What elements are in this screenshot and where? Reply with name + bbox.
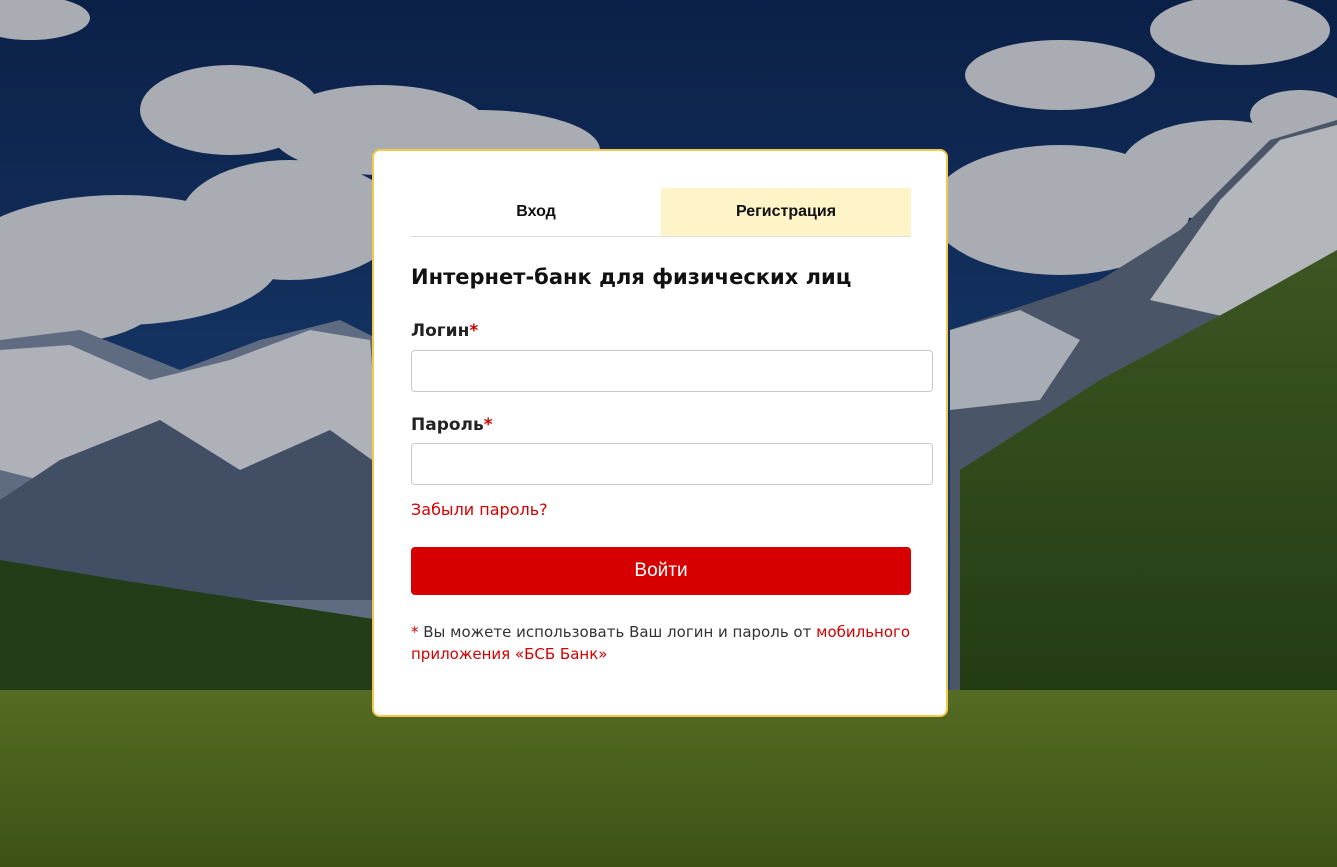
forgot-password-link[interactable]: Забыли пароль?	[411, 500, 548, 519]
form-title: Интернет-банк для физических лиц	[411, 265, 852, 289]
password-input[interactable]	[411, 443, 933, 485]
login-label: Логин*	[411, 321, 478, 341]
login-card: Вход Регистрация Интернет-банк для физич…	[372, 149, 948, 717]
required-mark: *	[483, 415, 493, 435]
login-label-text: Логин	[411, 321, 470, 341]
login-submit-button[interactable]: Войти	[411, 547, 911, 595]
tab-login[interactable]: Вход	[411, 188, 661, 236]
auth-tabs: Вход Регистрация	[411, 188, 911, 237]
tab-registration[interactable]: Регистрация	[661, 188, 911, 236]
required-mark: *	[469, 321, 479, 341]
password-label-text: Пароль	[411, 415, 484, 435]
login-hint-note: * Вы можете использовать Ваш логин и пар…	[411, 621, 921, 665]
note-star: *	[411, 623, 419, 641]
note-text: Вы можете использовать Ваш логин и парол…	[418, 623, 817, 641]
password-label: Пароль*	[411, 415, 493, 435]
login-input[interactable]	[411, 350, 933, 392]
